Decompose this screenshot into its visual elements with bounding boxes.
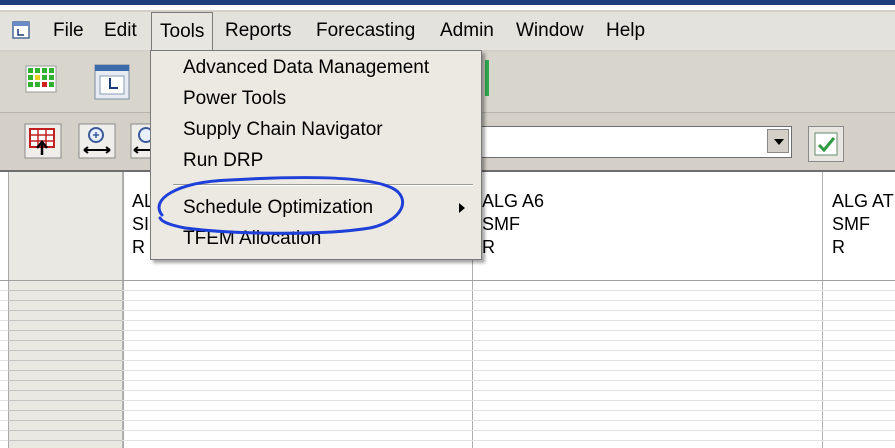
menu-item-power-tools[interactable]: Power Tools (183, 84, 286, 114)
schedule-icon[interactable] (92, 62, 132, 102)
tools-dropdown-menu: Advanced Data Management Power Tools Sup… (150, 50, 482, 260)
menu-forecasting[interactable]: Forecasting (308, 12, 423, 50)
menu-item-schedule-optimization[interactable]: Schedule Optimization (183, 193, 373, 223)
menu-help[interactable]: Help (598, 12, 653, 50)
menu-window[interactable]: Window (508, 12, 592, 50)
toolbar-fragment (485, 60, 489, 96)
calendar-grid-icon[interactable] (24, 62, 58, 96)
zoom-icon[interactable] (130, 123, 152, 159)
check-apply-icon (814, 132, 838, 156)
menu-item-supply-chain-navigator[interactable]: Supply Chain Navigator (183, 115, 383, 145)
menu-file[interactable]: File (45, 12, 92, 50)
submenu-arrow-icon (459, 203, 465, 213)
menu-edit[interactable]: Edit (96, 12, 145, 50)
column-header-2[interactable]: ALG A6 SMF R (482, 190, 544, 259)
menu-item-tfem-allocation[interactable]: TFEM Allocation (183, 224, 321, 254)
menu-admin[interactable]: Admin (432, 12, 502, 50)
view-select[interactable] (460, 126, 792, 158)
menu-reports[interactable]: Reports (217, 12, 300, 50)
menu-item-run-drp[interactable]: Run DRP (183, 146, 263, 176)
window-top-edge (0, 0, 895, 10)
zoom-width-icon[interactable] (78, 123, 116, 159)
apply-button[interactable] (808, 126, 844, 162)
column-header-3[interactable]: ALG AT SMF R (832, 190, 894, 259)
menu-tools[interactable]: Tools (151, 12, 214, 53)
menu-item-advanced-data-management[interactable]: Advanced Data Management (183, 53, 429, 83)
chevron-down-icon[interactable] (767, 129, 789, 153)
grid-import-icon[interactable] (24, 123, 62, 159)
app-window-icon[interactable] (12, 21, 30, 39)
